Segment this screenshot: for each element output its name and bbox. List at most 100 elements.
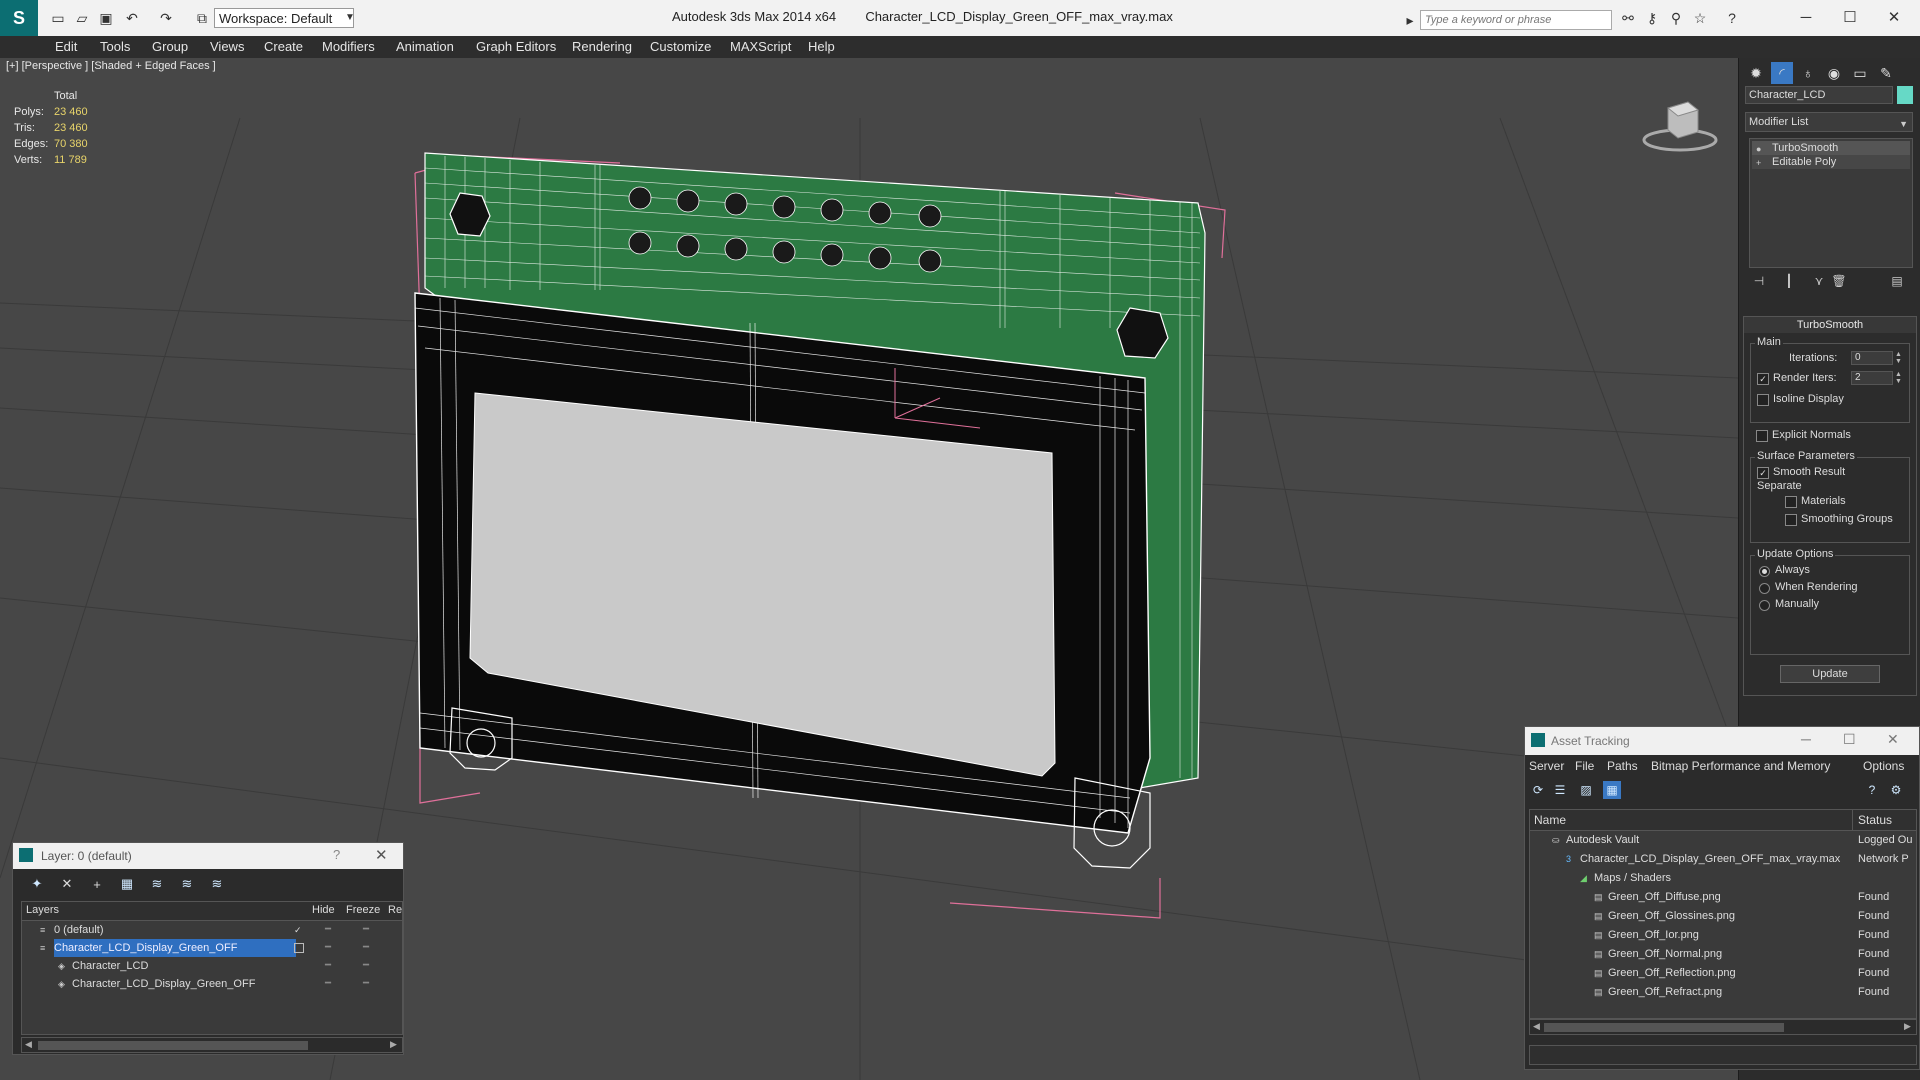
refresh-icon[interactable]: ⟳ — [1529, 781, 1547, 799]
remove-modifier-icon[interactable]: 🗑 — [1829, 272, 1849, 290]
minimize-icon[interactable]: ─ — [1786, 4, 1826, 30]
undo-icon[interactable]: ↶ — [122, 8, 142, 28]
highlight-layer-icon[interactable]: ≋ — [147, 875, 167, 893]
viewport-label[interactable]: [+] [Perspective ] [Shaded + Edged Faces… — [6, 60, 216, 72]
scrollbar-thumb[interactable] — [38, 1041, 308, 1050]
menu-graph-editors[interactable]: Graph Editors — [476, 39, 556, 54]
modify-tab-icon[interactable]: ◜ — [1771, 62, 1793, 84]
menu-animation[interactable]: Animation — [396, 39, 454, 54]
project-folder-icon[interactable]: ⧉ — [192, 8, 212, 28]
add-to-layer-icon[interactable]: + — [87, 875, 107, 893]
stack-item-editable-poly[interactable]: + Editable Poly — [1752, 155, 1910, 169]
column-header-status[interactable]: Status — [1858, 813, 1892, 827]
expand-plus-icon[interactable]: + — [1756, 156, 1766, 168]
create-tab-icon[interactable]: ✹ — [1745, 62, 1767, 84]
hide-toggle[interactable]: ━ — [318, 921, 338, 939]
render-iters-checkbox[interactable]: ✓ — [1757, 373, 1769, 385]
scroll-left-icon[interactable]: ◀ — [25, 1039, 32, 1050]
menu-paths[interactable]: Paths — [1607, 759, 1638, 773]
column-header-name[interactable]: Name — [1534, 813, 1566, 827]
new-file-icon[interactable]: ▭ — [48, 8, 68, 28]
menu-tools[interactable]: Tools — [100, 39, 130, 54]
spinner-arrows-icon[interactable]: ▲ ▼ — [1895, 371, 1903, 385]
layer-object-row[interactable]: ◈ Character_LCD_Display_Green_OFF ━ ━ — [22, 975, 402, 993]
freeze-toggle[interactable]: ━ — [356, 975, 376, 993]
modifier-list-dropdown[interactable]: Modifier List ▼ — [1745, 112, 1913, 132]
asset-row[interactable]: ▤ Green_Off_Diffuse.png Found — [1530, 888, 1916, 907]
redo-icon[interactable]: ↷ — [156, 8, 176, 28]
menu-file[interactable]: File — [1575, 759, 1594, 773]
close-icon[interactable]: ✕ — [375, 846, 388, 864]
select-in-layer-icon[interactable]: ▦ — [117, 875, 137, 893]
dialog-titlebar[interactable]: Layer: 0 (default) ? ✕ — [13, 843, 403, 869]
hierarchy-tab-icon[interactable]: ♁ — [1797, 62, 1819, 84]
list-view-icon[interactable]: ☰ — [1551, 781, 1569, 799]
menu-maxscript[interactable]: MAXScript — [730, 39, 791, 54]
scrollbar-thumb[interactable] — [1544, 1023, 1784, 1032]
chevron-down-icon[interactable]: ▼ — [345, 8, 359, 28]
app-logo-icon[interactable]: S — [0, 0, 38, 36]
update-when-rendering-radio[interactable] — [1759, 583, 1770, 594]
help-icon[interactable]: ? — [333, 847, 340, 862]
layer-row[interactable]: ≡ 0 (default) ✓ ━ ━ — [22, 921, 402, 939]
show-end-result-icon[interactable]: ┃ — [1779, 272, 1799, 290]
asset-row[interactable]: ▤ Green_Off_Reflection.png Found — [1530, 964, 1916, 983]
menu-customize[interactable]: Customize — [650, 39, 711, 54]
scroll-left-icon[interactable]: ◀ — [1533, 1021, 1540, 1032]
maximize-icon[interactable]: ☐ — [1843, 731, 1856, 748]
viewcube-icon[interactable] — [1640, 88, 1720, 158]
close-icon[interactable]: ✕ — [1874, 4, 1914, 30]
freeze-all-layers-icon[interactable]: ≋ — [207, 875, 227, 893]
menu-group[interactable]: Group — [152, 39, 188, 54]
current-layer-check-icon[interactable]: ✓ — [294, 925, 304, 935]
workspace-dropdown[interactable]: Workspace: Default — [214, 8, 354, 28]
column-header-hide[interactable]: Hide — [312, 904, 335, 916]
hide-toggle[interactable]: ━ — [318, 957, 338, 975]
hide-toggle[interactable]: ━ — [318, 939, 338, 957]
render-iters-spinner[interactable]: 2 — [1851, 371, 1893, 385]
layer-object-row[interactable]: ◈ Character_LCD ━ ━ — [22, 957, 402, 975]
communication-icon[interactable]: ⚲ — [1666, 8, 1686, 28]
update-button[interactable]: Update — [1780, 665, 1880, 683]
update-always-radio[interactable] — [1759, 566, 1770, 577]
menu-server[interactable]: Server — [1529, 759, 1564, 773]
menu-rendering[interactable]: Rendering — [572, 39, 632, 54]
thumbnail-view-icon[interactable]: ▨ — [1577, 781, 1595, 799]
column-header-layers[interactable]: Layers — [26, 904, 59, 916]
minimize-icon[interactable]: ─ — [1801, 731, 1811, 747]
maximize-icon[interactable]: ☐ — [1830, 4, 1870, 30]
menu-create[interactable]: Create — [264, 39, 303, 54]
set-current-box-icon[interactable] — [294, 943, 304, 953]
asset-row[interactable]: ▤ Green_Off_Ior.png Found — [1530, 926, 1916, 945]
iterations-spinner[interactable]: 0 — [1851, 351, 1893, 365]
help-icon[interactable]: ? — [1863, 781, 1881, 799]
column-divider[interactable] — [1852, 810, 1853, 830]
open-file-icon[interactable]: ▱ — [72, 8, 92, 28]
lightbulb-icon[interactable]: ● — [1756, 142, 1766, 154]
asset-row[interactable]: ◢ Maps / Shaders — [1530, 869, 1916, 888]
display-tab-icon[interactable]: ▭ — [1849, 62, 1871, 84]
menu-bitmap-performance[interactable]: Bitmap Performance and Memory — [1651, 759, 1830, 773]
menu-views[interactable]: Views — [210, 39, 244, 54]
search-input[interactable]: Type a keyword or phrase — [1420, 10, 1612, 30]
table-view-icon[interactable]: ▦ — [1603, 781, 1621, 799]
menu-help[interactable]: Help — [808, 39, 835, 54]
scroll-right-icon[interactable]: ▶ — [390, 1039, 397, 1050]
scroll-right-icon[interactable]: ▶ — [1904, 1021, 1911, 1032]
asset-row[interactable]: 3 Character_LCD_Display_Green_OFF_max_vr… — [1530, 850, 1916, 869]
explicit-normals-checkbox[interactable] — [1756, 430, 1768, 442]
modifier-stack[interactable]: ● TurboSmooth + Editable Poly — [1749, 138, 1913, 268]
asset-row[interactable]: ▤ Green_Off_Refract.png Found — [1530, 983, 1916, 1002]
column-header-freeze[interactable]: Freeze — [346, 904, 380, 916]
asset-row[interactable]: ▤ Green_Off_Glossines.png Found — [1530, 907, 1916, 926]
dialog-titlebar[interactable]: Asset Tracking ─ ☐ ✕ — [1525, 727, 1919, 755]
menu-options[interactable]: Options — [1863, 759, 1904, 773]
column-header-render[interactable]: Re — [388, 904, 402, 916]
key-icon[interactable]: ⚷ — [1642, 8, 1662, 28]
settings-icon[interactable]: ⚙ — [1887, 781, 1905, 799]
layer-row[interactable]: ≡ Character_LCD_Display_Green_OFF ━ ━ — [22, 939, 402, 957]
horizontal-scrollbar[interactable]: ◀ ▶ — [21, 1037, 403, 1053]
utilities-tab-icon[interactable]: ✎ — [1875, 62, 1897, 84]
favorites-star-icon[interactable]: ☆ — [1690, 8, 1710, 28]
freeze-toggle[interactable]: ━ — [356, 921, 376, 939]
